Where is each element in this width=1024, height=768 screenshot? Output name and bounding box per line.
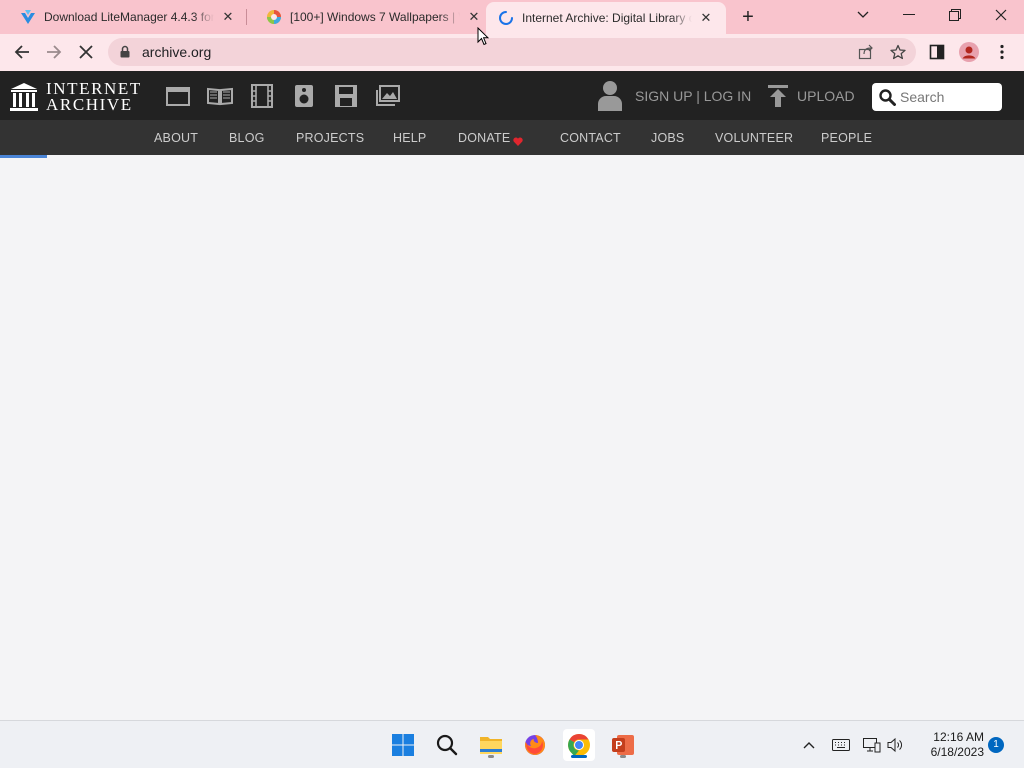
ia-temple-icon: [10, 83, 38, 111]
sign-up-log-in-link[interactable]: SIGN UP | LOG IN: [635, 88, 751, 104]
nav-help[interactable]: HELP: [393, 131, 426, 145]
clock-time: 12:16 AM: [933, 730, 984, 744]
images-icon[interactable]: [375, 83, 401, 109]
show-hidden-icons-icon[interactable]: [799, 735, 819, 755]
close-tab-icon[interactable]: ✕: [464, 7, 484, 27]
ia-logo[interactable]: INTERNET ARCHIVE: [10, 80, 142, 114]
system-clock[interactable]: 12:16 AM 6/18/2023: [912, 730, 984, 760]
share-icon[interactable]: [858, 44, 874, 60]
heart-icon: [513, 133, 523, 151]
nav-blog[interactable]: BLOG: [229, 131, 265, 145]
network-icon[interactable]: [862, 735, 882, 755]
nav-people[interactable]: PEOPLE: [821, 131, 872, 145]
chrome-icon[interactable]: [563, 729, 595, 761]
notification-badge[interactable]: 1: [988, 737, 1004, 753]
close-window-icon[interactable]: [978, 0, 1024, 30]
running-indicator: [488, 755, 494, 758]
mouse-cursor-icon: [477, 27, 489, 46]
tab-windows-wallpapers[interactable]: [100+] Windows 7 Wallpapers | W ✕: [246, 0, 486, 34]
clock-date: 6/18/2023: [930, 745, 984, 759]
browser-toolbar: archive.org: [0, 34, 1024, 71]
nav-projects[interactable]: PROJECTS: [296, 131, 364, 145]
minimize-icon[interactable]: [886, 0, 932, 30]
nav-contact[interactable]: CONTACT: [560, 131, 621, 145]
lock-icon[interactable]: [120, 45, 130, 63]
back-icon[interactable]: [8, 38, 36, 66]
close-tab-icon[interactable]: ✕: [218, 7, 238, 27]
close-tab-icon[interactable]: ✕: [696, 8, 716, 28]
file-explorer-icon[interactable]: [475, 729, 507, 761]
start-icon[interactable]: [387, 729, 419, 761]
audio-icon[interactable]: [291, 83, 317, 109]
new-tab-button[interactable]: +: [737, 6, 759, 28]
running-indicator: [620, 755, 626, 758]
ia-wordmark: INTERNET ARCHIVE: [46, 80, 142, 114]
page-loading-progress-bar: [0, 155, 47, 158]
tab-search-icon[interactable]: [840, 0, 886, 30]
tab-internet-archive[interactable]: Internet Archive: Digital Library o ✕: [486, 2, 726, 34]
browser-tab-strip: Download LiteManager 4.4.3 for ✕ [100+] …: [0, 0, 1024, 34]
more-menu-icon[interactable]: [988, 38, 1016, 66]
upload-icon[interactable]: [767, 84, 789, 113]
firefox-icon[interactable]: [519, 729, 551, 761]
volume-icon[interactable]: [886, 735, 906, 755]
powerpoint-icon[interactable]: [607, 729, 639, 761]
ia-top-nav: ABOUT BLOG PROJECTS HELP DONATE CONTACT …: [0, 120, 1024, 155]
side-panel-icon[interactable]: [923, 38, 951, 66]
bookmark-star-icon[interactable]: [890, 44, 906, 60]
tab-title: [100+] Windows 7 Wallpapers | W: [290, 10, 460, 24]
litemanager-icon: [20, 9, 36, 25]
video-icon[interactable]: [249, 83, 275, 109]
keyboard-icon[interactable]: [831, 735, 851, 755]
url-text[interactable]: archive.org: [142, 44, 211, 60]
ia-wordmark-line2: ARCHIVE: [46, 95, 133, 114]
active-app-indicator: [571, 755, 587, 758]
nav-donate[interactable]: DONATE: [458, 131, 510, 145]
ia-header: INTERNET ARCHIVE SIGN UP | LOG IN UPLOAD: [0, 71, 1024, 120]
upload-link[interactable]: UPLOAD: [797, 88, 855, 104]
web-icon[interactable]: [165, 83, 191, 109]
software-icon[interactable]: [333, 83, 359, 109]
wallpapers-icon: [266, 9, 282, 25]
restore-icon[interactable]: [932, 0, 978, 30]
ia-search-box[interactable]: [872, 83, 1002, 111]
nav-about[interactable]: ABOUT: [154, 131, 198, 145]
forward-icon[interactable]: [40, 38, 68, 66]
nav-jobs[interactable]: JOBS: [651, 131, 684, 145]
nav-volunteer[interactable]: VOLUNTEER: [715, 131, 793, 145]
tab-litemanager[interactable]: Download LiteManager 4.4.3 for ✕: [0, 0, 246, 34]
tab-title: Download LiteManager 4.4.3 for: [44, 10, 214, 24]
search-input[interactable]: [900, 88, 996, 106]
stop-loading-icon[interactable]: [72, 38, 100, 66]
profile-avatar-icon[interactable]: [955, 38, 983, 66]
tab-title: Internet Archive: Digital Library o: [522, 11, 692, 25]
windows-taskbar: 12:16 AM 6/18/2023 1: [0, 720, 1024, 768]
texts-icon[interactable]: [207, 83, 233, 109]
address-bar[interactable]: archive.org: [108, 38, 916, 66]
search-icon[interactable]: [431, 729, 463, 761]
search-icon[interactable]: [879, 89, 896, 111]
user-icon[interactable]: [596, 80, 624, 117]
loading-spinner-icon: [498, 10, 514, 26]
